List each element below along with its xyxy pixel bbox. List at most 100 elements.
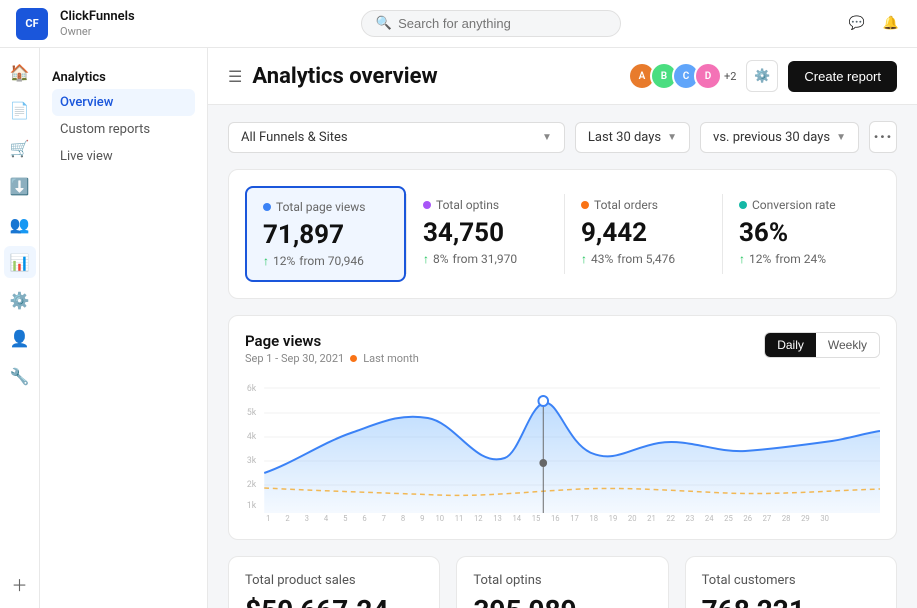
svg-text:1k: 1k <box>247 501 257 511</box>
sidebar-item-custom-reports-label: Custom reports <box>60 122 150 137</box>
stat-page-views-arrow: ↑ <box>263 254 269 268</box>
icon-sidebar: 🏠 📄 🛒 ⬇️ 👥 📊 ⚙️ 👤 🔧 ＋ <box>0 48 40 608</box>
nav-pages[interactable]: 📄 <box>4 94 36 126</box>
svg-text:17: 17 <box>570 514 579 523</box>
stat-dot-blue <box>263 203 271 211</box>
chart-subtitle: Sep 1 - Sep 30, 2021 Last month <box>245 352 419 365</box>
total-customers-value: 768,221 <box>702 594 880 608</box>
stat-optins-value: 34,750 <box>423 218 548 248</box>
nav-automation[interactable]: ⚙️ <box>4 284 36 316</box>
chart-svg: 6k 5k 4k 3k 2k 1k <box>245 373 880 523</box>
comparison-filter[interactable]: vs. previous 30 days ▼ <box>700 122 859 153</box>
brand-info: ClickFunnels Owner <box>60 9 135 38</box>
stat-page-views[interactable]: Total page views 71,897 ↑ 12% from 70,94… <box>245 186 406 282</box>
topbar: CF ClickFunnels Owner 🔍 💬 🔔 <box>0 0 917 48</box>
stat-dot-teal <box>739 201 747 209</box>
sidebar-item-live-view-label: Live view <box>60 149 113 164</box>
svg-text:3: 3 <box>305 514 309 523</box>
svg-text:12: 12 <box>474 514 483 523</box>
create-report-button[interactable]: Create report <box>788 61 897 92</box>
sidebar-item-custom-reports[interactable]: Custom reports <box>52 116 195 143</box>
svg-text:16: 16 <box>551 514 560 523</box>
svg-text:28: 28 <box>782 514 791 523</box>
page-header-left: ☰ Analytics overview <box>228 64 438 89</box>
stat-optins-arrow: ↑ <box>423 252 429 266</box>
stat-optins-label: Total optins <box>423 198 548 212</box>
stats-row: Total page views 71,897 ↑ 12% from 70,94… <box>245 186 880 282</box>
stat-optins-change: ↑ 8% from 31,970 <box>423 252 548 266</box>
more-options-button[interactable]: ··· <box>869 121 897 153</box>
nav-contacts[interactable]: 👥 <box>4 208 36 240</box>
product-sales-title: Total product sales <box>245 573 423 588</box>
svg-text:25: 25 <box>724 514 733 523</box>
chart-title-group: Page views Sep 1 - Sep 30, 2021 Last mon… <box>245 332 419 365</box>
total-optins-value: 395,089 <box>473 594 651 608</box>
stat-conversion-label: Conversion rate <box>739 198 864 212</box>
svg-text:4: 4 <box>324 514 329 523</box>
stat-page-views-label: Total page views <box>263 200 388 214</box>
sidebar-item-live-view[interactable]: Live view <box>52 143 195 170</box>
toggle-daily-button[interactable]: Daily <box>765 333 816 357</box>
nav-add[interactable]: ＋ <box>4 568 36 600</box>
hamburger-icon[interactable]: ☰ <box>228 67 242 86</box>
page-title: Analytics overview <box>252 64 437 89</box>
svg-text:26: 26 <box>743 514 752 523</box>
search-icon: 🔍 <box>376 16 392 31</box>
stat-page-views-change: ↑ 12% from 70,946 <box>263 254 388 268</box>
stat-optins[interactable]: Total optins 34,750 ↑ 8% from 31,970 <box>407 186 564 282</box>
main-content: ☰ Analytics overview A B C D +2 ⚙️ Creat… <box>208 48 917 608</box>
svg-text:11: 11 <box>455 514 464 523</box>
svg-text:3k: 3k <box>247 456 257 466</box>
funnel-filter[interactable]: All Funnels & Sites ▼ <box>228 122 565 153</box>
funnel-filter-label: All Funnels & Sites <box>241 130 348 145</box>
svg-text:8: 8 <box>401 514 405 523</box>
sidebar-section-title: Analytics <box>52 64 195 89</box>
chart-title: Page views <box>245 332 419 350</box>
search-inner[interactable]: 🔍 <box>361 10 621 37</box>
nav-cart[interactable]: 🛒 <box>4 132 36 164</box>
stats-card-container: Total page views 71,897 ↑ 12% from 70,94… <box>228 169 897 299</box>
sidebar-item-overview[interactable]: Overview <box>52 89 195 116</box>
funnel-chevron-icon: ▼ <box>542 132 552 143</box>
nav-home[interactable]: 🏠 <box>4 56 36 88</box>
app-layout: 🏠 📄 🛒 ⬇️ 👥 📊 ⚙️ 👤 🔧 ＋ Analytics Overview… <box>0 48 917 608</box>
avatars: A B C D +2 <box>628 62 736 90</box>
nav-people[interactable]: 👤 <box>4 322 36 354</box>
nav-download[interactable]: ⬇️ <box>4 170 36 202</box>
svg-text:23: 23 <box>686 514 695 523</box>
comparison-chevron-icon: ▼ <box>836 132 846 143</box>
settings-button[interactable]: ⚙️ <box>746 60 778 92</box>
stat-orders[interactable]: Total orders 9,442 ↑ 43% from 5,476 <box>565 186 722 282</box>
nav-analytics[interactable]: 📊 <box>4 246 36 278</box>
brand-name: ClickFunnels <box>60 9 135 25</box>
nav-settings[interactable]: 🔧 <box>4 360 36 392</box>
topbar-icons: 💬 🔔 <box>847 14 901 34</box>
page-header-right: A B C D +2 ⚙️ Create report <box>628 60 897 92</box>
total-optins-title: Total optins <box>473 573 651 588</box>
period-chevron-icon: ▼ <box>667 132 677 143</box>
stat-conversion-arrow: ↑ <box>739 252 745 266</box>
logo: CF <box>16 8 48 40</box>
svg-text:29: 29 <box>801 514 810 523</box>
search-bar-container: 🔍 <box>147 10 835 37</box>
svg-text:2: 2 <box>285 514 290 523</box>
message-icon[interactable]: 💬 <box>847 14 867 34</box>
svg-text:2k: 2k <box>247 480 257 490</box>
period-filter[interactable]: Last 30 days ▼ <box>575 122 690 153</box>
stat-conversion-change: ↑ 12% from 24% <box>739 252 864 266</box>
stat-conversion[interactable]: Conversion rate 36% ↑ 12% from 24% <box>723 186 880 282</box>
toggle-weekly-button[interactable]: Weekly <box>816 333 879 357</box>
sidebar-item-overview-label: Overview <box>60 95 113 110</box>
bell-icon[interactable]: 🔔 <box>881 14 901 34</box>
svg-text:13: 13 <box>493 514 502 523</box>
chart-wrapper: 6k 5k 4k 3k 2k 1k <box>245 373 880 523</box>
svg-text:18: 18 <box>589 514 598 523</box>
sidebar-section-analytics: Analytics Overview Custom reports Live v… <box>40 60 207 174</box>
search-input[interactable] <box>398 16 598 31</box>
svg-text:5k: 5k <box>247 408 257 418</box>
bottom-card-total-customers: Total customers 768,221 ↑ 32% from $22,3… <box>685 556 897 608</box>
stat-dot-purple <box>423 201 431 209</box>
chart-toggle-group: Daily Weekly <box>764 332 880 358</box>
chart-legend-dot <box>350 355 357 362</box>
logo-text: CF <box>25 17 38 30</box>
